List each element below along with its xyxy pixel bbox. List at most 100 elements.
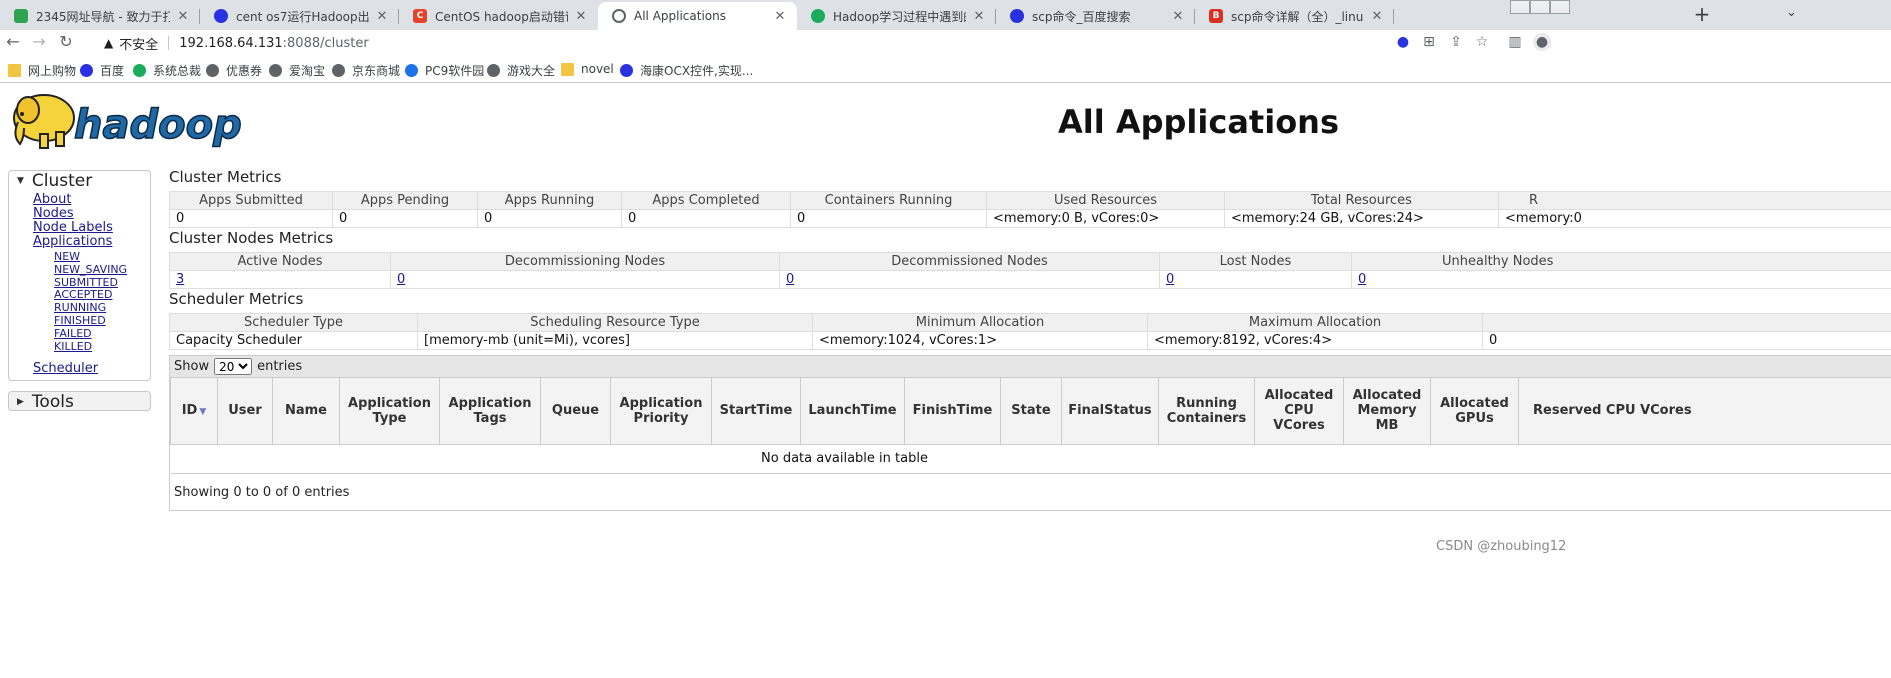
col-allocated-cpu-vcores[interactable]: Allocated CPU VCores xyxy=(1254,378,1344,445)
bookmark-label: PC9软件园 xyxy=(425,64,485,78)
nodes-metrics-table: Active Nodes Decommissioning Nodes Decom… xyxy=(169,252,1891,289)
col-finish-time[interactable]: FinishTime xyxy=(904,378,1001,445)
bookmark-label: 爱淘宝 xyxy=(289,64,326,78)
bookmark-item[interactable]: 海康OCX控件,实现... xyxy=(620,62,753,79)
unhealthy-nodes-link[interactable]: 0 xyxy=(1358,272,1366,287)
browser-tab-centos-hadoop[interactable]: cent os7运行Hadoop出现JAVA ✕ xyxy=(200,2,399,30)
empty-row: No data available in table xyxy=(170,444,1891,474)
col-state[interactable]: State xyxy=(1000,378,1062,445)
app-state-finished[interactable]: FINISHED xyxy=(54,314,150,328)
col-id[interactable]: ID ▼ xyxy=(170,378,218,445)
close-icon[interactable]: ✕ xyxy=(176,9,190,24)
col-application-tags[interactable]: Application Tags xyxy=(439,378,541,445)
bookmark-label: 网上购物 xyxy=(28,64,77,78)
bookmark-item[interactable]: novel xyxy=(561,62,614,76)
bookmark-item[interactable]: 游戏大全 xyxy=(487,62,555,79)
security-label[interactable]: 不安全 xyxy=(119,34,158,53)
col-allocated-memory-mb[interactable]: Allocated Memory MB xyxy=(1343,378,1431,445)
back-arrow-icon[interactable]: ← xyxy=(2,31,24,53)
close-icon[interactable]: ✕ xyxy=(1370,9,1384,24)
url-host[interactable]: 192.168.64.131 xyxy=(179,36,282,51)
col-application-type[interactable]: Application Type xyxy=(339,378,440,445)
col-launch-time[interactable]: LaunchTime xyxy=(800,378,905,445)
browser-tab-scp-detail[interactable]: B scp命令详解（全）_linux shell ✕ xyxy=(1195,2,1394,30)
app-state-killed[interactable]: KILLED xyxy=(54,340,150,354)
tab-title: All Applications xyxy=(634,9,726,23)
cluster-header[interactable]: ▼ Cluster xyxy=(9,171,150,191)
scheduler-metrics-header-row: Scheduler Type Scheduling Resource Type … xyxy=(169,313,1891,332)
globe-icon xyxy=(269,64,282,77)
close-icon[interactable]: ✕ xyxy=(574,9,588,24)
nav-link-nodes[interactable]: Nodes xyxy=(33,207,150,221)
nav-link-node-labels[interactable]: Node Labels xyxy=(33,221,150,235)
col-allocated-gpus[interactable]: Allocated GPUs xyxy=(1430,378,1519,445)
decommissioning-nodes-link[interactable]: 0 xyxy=(397,272,405,287)
tab-title: CentOS hadoop启动错误 JAVA xyxy=(435,9,568,24)
side-panel-icon[interactable]: ▥ xyxy=(1506,33,1524,51)
close-window-icon[interactable] xyxy=(1550,0,1570,14)
close-icon[interactable]: ✕ xyxy=(972,9,986,24)
bookmark-label: 百度 xyxy=(100,64,125,78)
bookmark-star-icon[interactable]: ☆ xyxy=(1473,33,1491,51)
nav-link-scheduler[interactable]: Scheduler xyxy=(33,362,150,376)
close-icon[interactable]: ✕ xyxy=(1171,9,1185,24)
bookmark-item[interactable]: 爱淘宝 xyxy=(269,62,325,79)
active-nodes-link[interactable]: 3 xyxy=(176,272,184,287)
browser-tab-2345[interactable]: 2345网址导航 - 致力于打造百年 ✕ xyxy=(0,2,200,30)
browser-tab-scp-baidu[interactable]: scp命令_百度搜索 ✕ xyxy=(996,2,1195,30)
bookmark-item[interactable]: 网上购物 xyxy=(8,62,76,79)
tools-header[interactable]: ▶ Tools xyxy=(9,392,150,412)
svg-text:hadoop: hadoop xyxy=(74,102,242,148)
col-reserved-cpu-vcores[interactable]: Reserved CPU VCores xyxy=(1518,378,1891,445)
translate-icon[interactable]: ⊞ xyxy=(1420,33,1438,51)
value-scheduler-type: Capacity Scheduler xyxy=(169,331,418,350)
warning-triangle-icon[interactable]: ▲ xyxy=(104,36,113,50)
col-apps-submitted: Apps Submitted xyxy=(169,191,333,210)
baidu-paw-icon[interactable]: ● xyxy=(1394,33,1412,51)
empty-message: No data available in table xyxy=(170,444,1519,474)
reload-icon[interactable]: ↻ xyxy=(55,31,77,53)
tools-section[interactable]: ▶ Tools xyxy=(8,391,151,412)
bookmark-item[interactable]: 优惠券 xyxy=(206,62,262,79)
globe-icon xyxy=(206,64,219,77)
globe-icon xyxy=(332,64,345,77)
bookmark-item[interactable]: PC9软件园 xyxy=(405,62,484,79)
col-name[interactable]: Name xyxy=(272,378,340,445)
browser-tab-centos-error[interactable]: C CentOS hadoop启动错误 JAVA ✕ xyxy=(399,2,598,30)
page-size-select[interactable]: 20 xyxy=(214,358,253,375)
col-final-status[interactable]: FinalStatus xyxy=(1061,378,1159,445)
app-state-new[interactable]: NEW xyxy=(54,250,150,264)
col-user[interactable]: User xyxy=(217,378,273,445)
app-state-new-saving[interactable]: NEW_SAVING xyxy=(54,263,150,277)
forward-arrow-icon[interactable]: → xyxy=(28,31,50,53)
bookmark-item[interactable]: 京东商城 xyxy=(332,62,400,79)
new-tab-plus-icon[interactable]: + xyxy=(1688,2,1716,28)
bookmark-item[interactable]: 百度 xyxy=(80,62,124,79)
browser-tab-all-applications[interactable]: All Applications ✕ xyxy=(598,2,797,30)
nav-link-about[interactable]: About xyxy=(33,193,150,207)
leaf-icon xyxy=(811,9,825,23)
col-queue[interactable]: Queue xyxy=(540,378,611,445)
close-icon[interactable]: ✕ xyxy=(773,9,787,24)
close-icon[interactable]: ✕ xyxy=(375,9,389,24)
nodes-metrics-value-row: 3 0 0 0 0 xyxy=(169,270,1891,289)
url-path[interactable]: :8088/cluster xyxy=(283,36,369,51)
nodes-metrics-title: Cluster Nodes Metrics xyxy=(169,229,334,247)
nav-link-applications[interactable]: Applications xyxy=(33,235,150,249)
tab-search-chevron-icon[interactable]: ⌄ xyxy=(1786,5,1797,20)
restore-icon[interactable] xyxy=(1530,0,1550,14)
value-active-nodes: 3 xyxy=(169,270,391,289)
col-running-containers[interactable]: Running Containers xyxy=(1158,378,1255,445)
browser-tab-hadoop-errors[interactable]: Hadoop学习过程中遇到的错误 ✕ xyxy=(797,2,996,30)
profile-avatar-icon[interactable]: ● xyxy=(1533,33,1551,51)
lost-nodes-link[interactable]: 0 xyxy=(1166,272,1174,287)
app-state-failed[interactable]: FAILED xyxy=(54,327,150,341)
minimize-icon[interactable] xyxy=(1510,0,1530,14)
decommissioned-nodes-link[interactable]: 0 xyxy=(786,272,794,287)
col-start-time[interactable]: StartTime xyxy=(711,378,801,445)
bookmark-item[interactable]: 系统总裁 xyxy=(133,62,201,79)
bookmark-label: novel xyxy=(581,62,614,76)
address-bar[interactable]: ▲ 不安全 192.168.64.131:8088/cluster xyxy=(104,31,1891,55)
col-application-priority[interactable]: Application Priority xyxy=(610,378,712,445)
share-icon[interactable]: ⇪ xyxy=(1447,33,1465,51)
